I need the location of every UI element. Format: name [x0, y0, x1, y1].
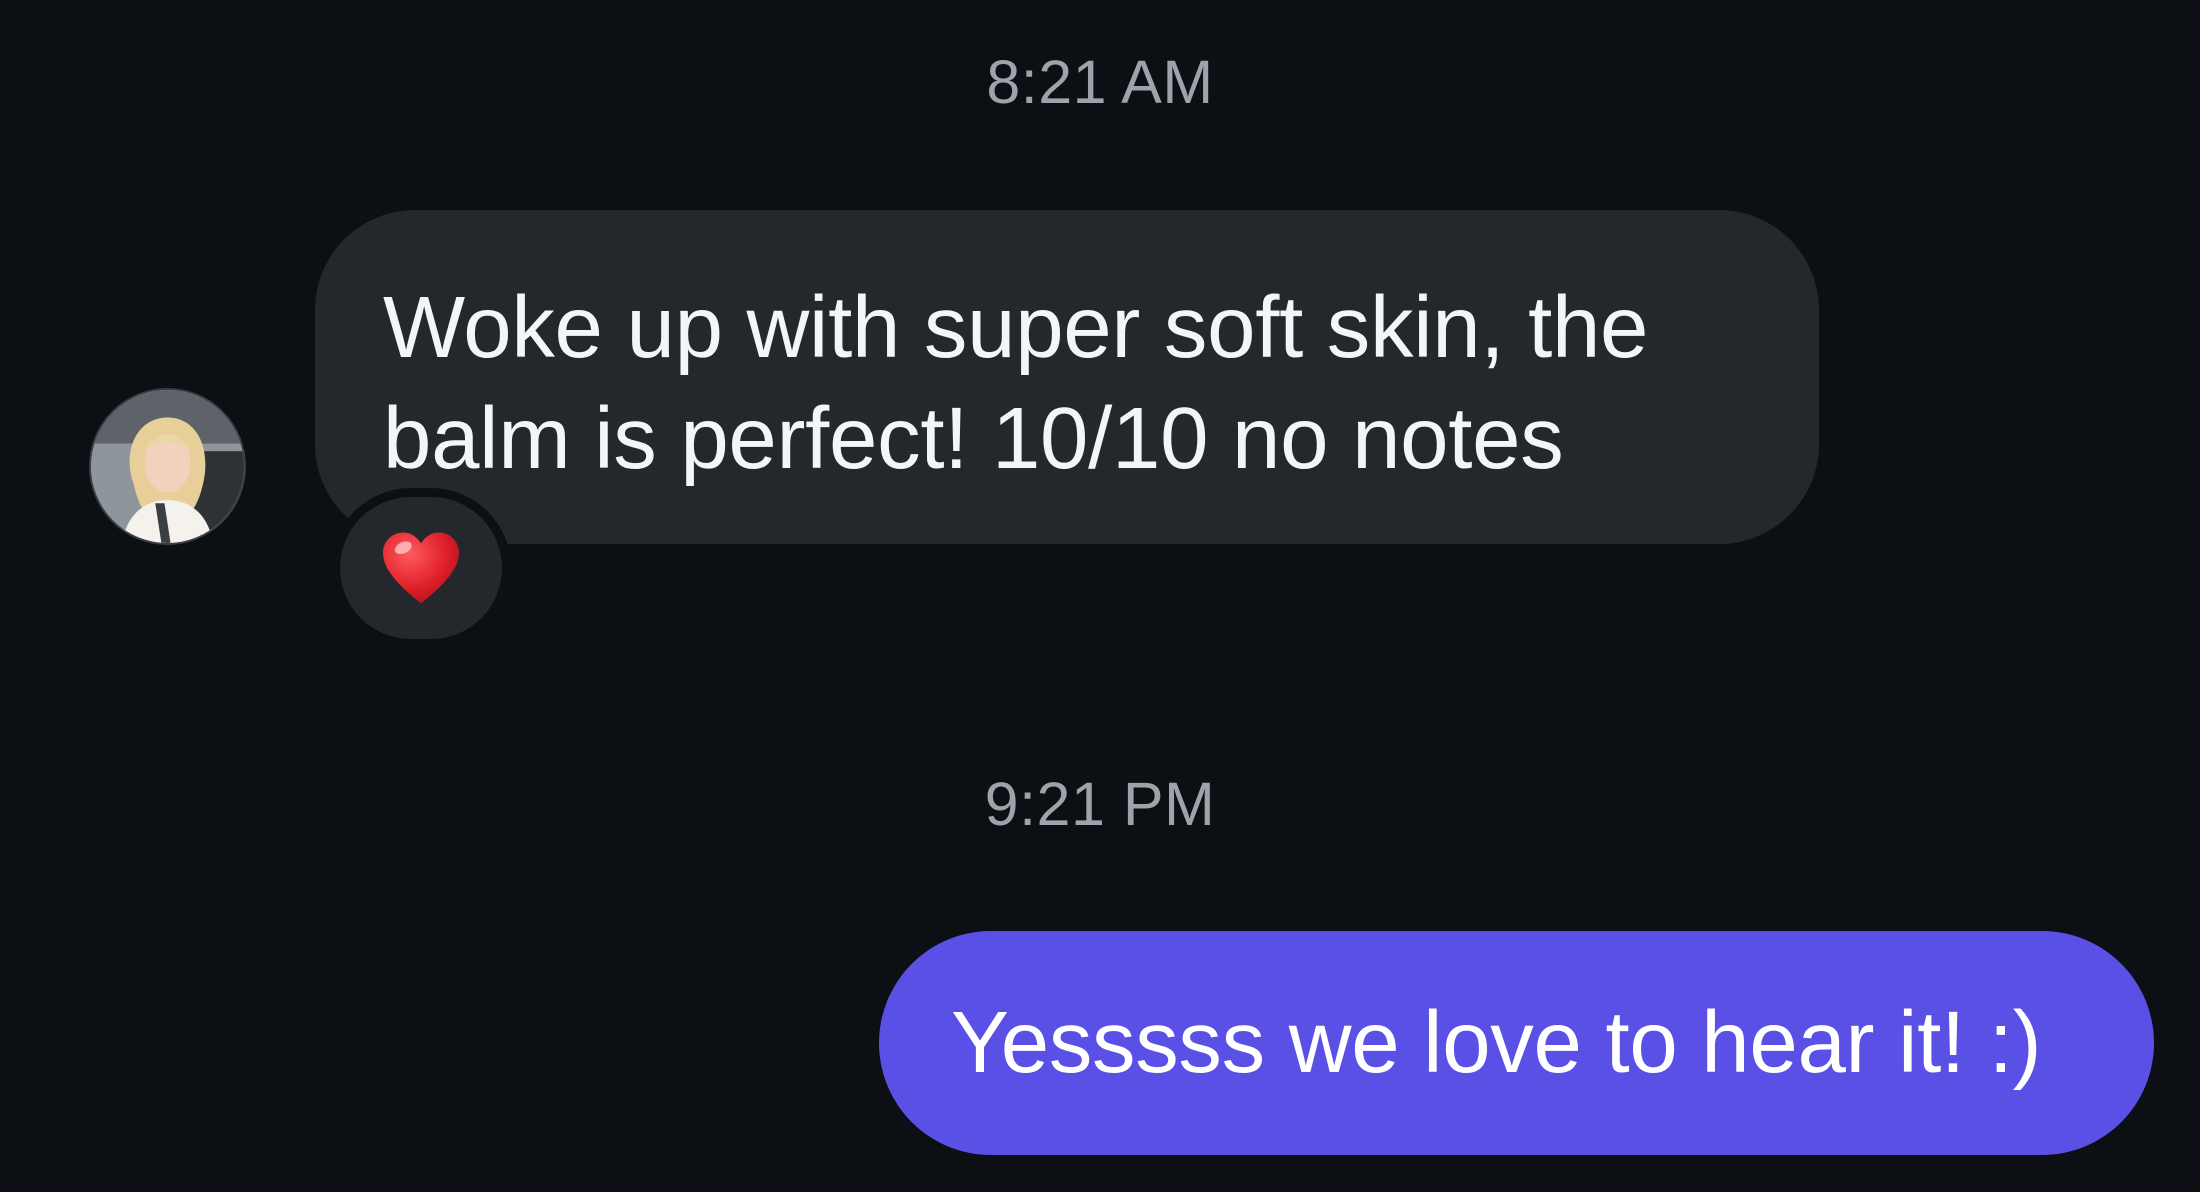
message-thread: 8:21 AM Woke up with super soft skin, th… [0, 0, 2200, 1192]
timestamp: 9:21 PM [984, 770, 1216, 838]
message-reaction[interactable] [331, 488, 511, 648]
heart-emoji-icon [383, 532, 459, 604]
timestamp: 8:21 AM [986, 48, 1214, 116]
outgoing-message-text: Yesssss we love to hear it! :) [951, 994, 2042, 1091]
outgoing-message-bubble[interactable]: Yesssss we love to hear it! :) [879, 931, 2154, 1155]
incoming-message-bubble[interactable]: Woke up with super soft skin, the balm i… [315, 210, 1819, 544]
incoming-message-text: Woke up with super soft skin, the balm i… [383, 279, 1649, 487]
sender-avatar[interactable] [89, 388, 246, 545]
avatar-photo [91, 390, 244, 543]
